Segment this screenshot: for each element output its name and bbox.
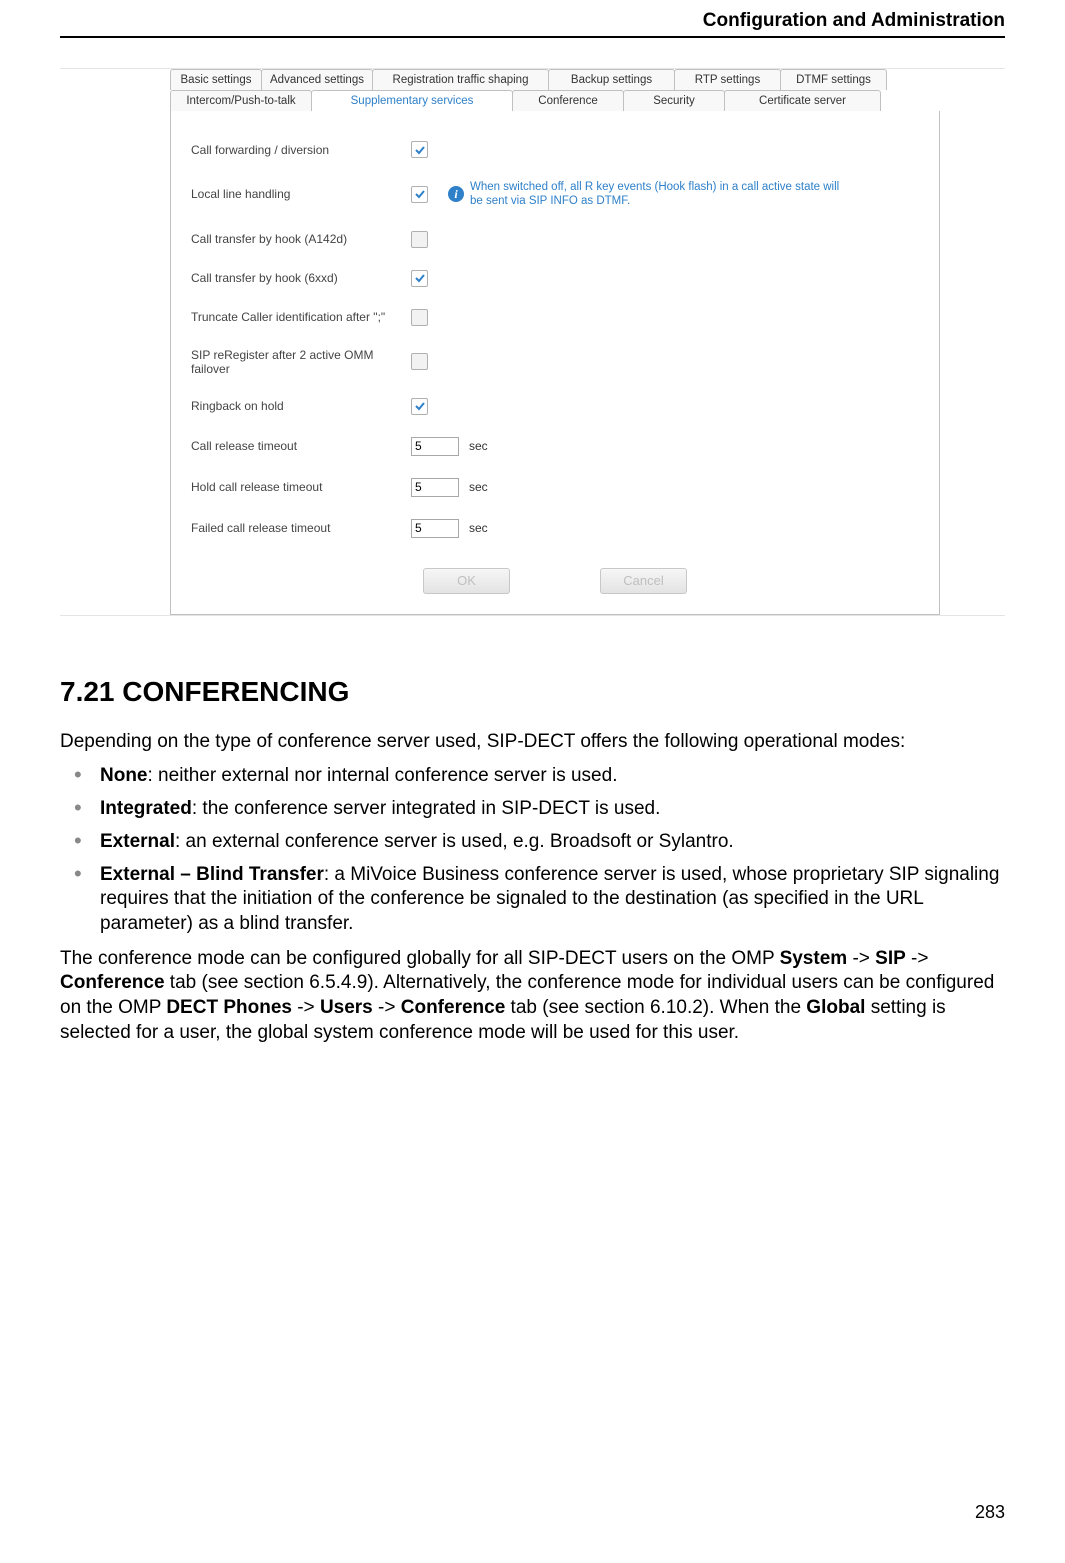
- bullet-term: External: [100, 831, 175, 852]
- tab-security[interactable]: Security: [623, 90, 725, 111]
- checkbox-truncate-caller-id[interactable]: [411, 309, 428, 326]
- paragraph-conference-mode: The conference mode can be configured gl…: [60, 947, 1005, 1046]
- tab-rtp-settings[interactable]: RTP settings: [674, 69, 781, 90]
- tab-conference[interactable]: Conference: [512, 90, 624, 111]
- label-call-release-timeout: Call release timeout: [191, 439, 411, 453]
- label-call-forwarding: Call forwarding / diversion: [191, 143, 411, 157]
- checkbox-ringback-on-hold[interactable]: [411, 398, 428, 415]
- input-hold-call-release-timeout[interactable]: [411, 478, 459, 497]
- page-number: 283: [975, 1502, 1005, 1523]
- checkbox-call-transfer-6xxd[interactable]: [411, 270, 428, 287]
- unit-sec: sec: [469, 480, 488, 494]
- label-call-transfer-6xxd: Call transfer by hook (6xxd): [191, 271, 411, 285]
- bullet-text: : neither external nor internal conferen…: [148, 765, 618, 786]
- bullet-none: None: neither external nor internal conf…: [60, 764, 1005, 789]
- input-call-release-timeout[interactable]: [411, 437, 459, 456]
- label-call-transfer-a142d: Call transfer by hook (A142d): [191, 232, 411, 246]
- settings-panel: Call forwarding / diversion Local line h…: [170, 111, 940, 615]
- checkbox-sip-reregister[interactable]: [411, 353, 428, 370]
- tabs-row-2: Intercom/Push-to-talk Supplementary serv…: [170, 90, 940, 111]
- checkbox-call-transfer-a142d[interactable]: [411, 231, 428, 248]
- intro-paragraph: Depending on the type of conference serv…: [60, 730, 1005, 755]
- bullet-external: External: an external conference server …: [60, 830, 1005, 855]
- tab-certificate-server[interactable]: Certificate server: [724, 90, 881, 111]
- checkbox-local-line-handling[interactable]: [411, 186, 428, 203]
- bullet-list: None: neither external nor internal conf…: [60, 764, 1005, 936]
- tab-intercom-ptt[interactable]: Intercom/Push-to-talk: [170, 90, 312, 111]
- checkbox-call-forwarding[interactable]: [411, 141, 428, 158]
- label-hold-call-release-timeout: Hold call release timeout: [191, 480, 411, 494]
- screenshot-figure: Basic settings Advanced settings Registr…: [60, 68, 1005, 616]
- bullet-text: : the conference server integrated in SI…: [192, 798, 661, 819]
- label-truncate-caller-id: Truncate Caller identification after ";": [191, 310, 411, 324]
- ok-button[interactable]: OK: [423, 568, 510, 594]
- bullet-term: Integrated: [100, 798, 192, 819]
- info-text-local-line: When switched off, all R key events (Hoo…: [470, 180, 850, 209]
- tab-supplementary-services[interactable]: Supplementary services: [311, 90, 513, 111]
- tab-advanced-settings[interactable]: Advanced settings: [261, 69, 373, 90]
- unit-sec: sec: [469, 521, 488, 535]
- bullet-text: : an external conference server is used,…: [175, 831, 734, 852]
- label-local-line-handling: Local line handling: [191, 187, 411, 201]
- page-header: Configuration and Administration: [60, 10, 1005, 38]
- bullet-term: External – Blind Transfer: [100, 864, 324, 885]
- label-ringback-on-hold: Ringback on hold: [191, 399, 411, 413]
- tabs-row-1: Basic settings Advanced settings Registr…: [170, 69, 940, 90]
- label-failed-call-release-timeout: Failed call release timeout: [191, 521, 411, 535]
- input-failed-call-release-timeout[interactable]: [411, 519, 459, 538]
- bullet-external-blind-transfer: External – Blind Transfer: a MiVoice Bus…: [60, 863, 1005, 937]
- tab-basic-settings[interactable]: Basic settings: [170, 69, 262, 90]
- tab-backup-settings[interactable]: Backup settings: [548, 69, 675, 90]
- cancel-button[interactable]: Cancel: [600, 568, 687, 594]
- bullet-term: None: [100, 765, 148, 786]
- unit-sec: sec: [469, 439, 488, 453]
- tab-registration-traffic-shaping[interactable]: Registration traffic shaping: [372, 69, 549, 90]
- tab-dtmf-settings[interactable]: DTMF settings: [780, 69, 887, 90]
- info-icon: i: [448, 186, 464, 202]
- label-sip-reregister: SIP reRegister after 2 active OMM failov…: [191, 348, 411, 376]
- bullet-integrated: Integrated: the conference server integr…: [60, 797, 1005, 822]
- section-heading-conferencing: 7.21 CONFERENCING: [60, 676, 1005, 708]
